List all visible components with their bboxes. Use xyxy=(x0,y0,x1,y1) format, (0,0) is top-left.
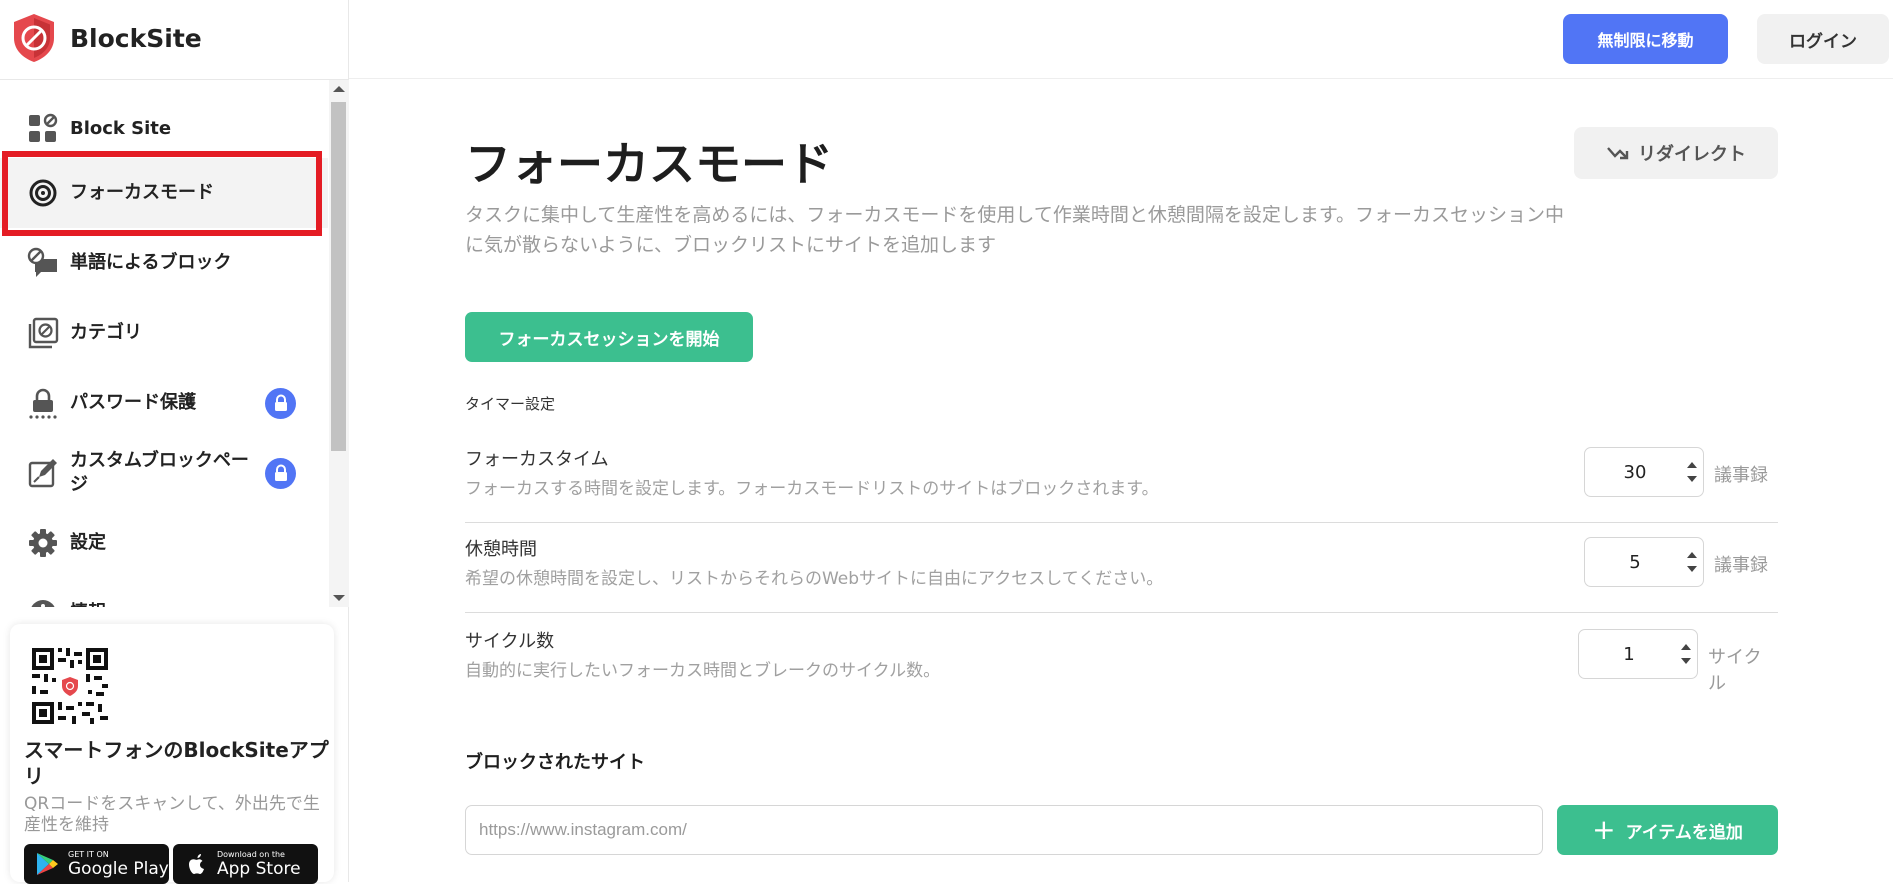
unit-label: 議事録 xyxy=(1714,465,1768,486)
qr-code-icon xyxy=(30,646,110,726)
setting-title: 休憩時間 xyxy=(465,539,537,560)
sidebar-item-label: カテゴリ xyxy=(70,322,142,343)
app-logo[interactable]: BlockSite xyxy=(10,14,202,62)
blocked-sites-heading: ブロックされたサイト xyxy=(465,752,645,773)
google-play-text: Google Play xyxy=(68,858,169,879)
info-icon xyxy=(27,597,59,607)
cycle-count-setting: サイクル数 自動的に実行したいフォーカス時間とブレークのサイクル数。 1 サイク… xyxy=(465,615,1778,705)
unit-label: サイクル xyxy=(1708,647,1762,694)
url-input[interactable] xyxy=(465,805,1543,855)
password-icon xyxy=(27,387,59,419)
break-time-stepper[interactable]: 5 xyxy=(1584,537,1704,587)
app-store-small-text: Download on the xyxy=(217,849,285,859)
page-description: タスクに集中して生産性を高めるには、フォーカスモードを使用して作業時間と休憩間隔… xyxy=(465,204,1564,256)
category-icon xyxy=(27,317,59,349)
timer-settings-heading: タイマー設定 xyxy=(465,395,556,413)
scroll-down-arrow-icon[interactable] xyxy=(333,595,345,601)
sidebar-item-password[interactable]: パスワード保護 xyxy=(0,368,328,438)
upgrade-button[interactable]: 無制限に移動 xyxy=(1563,14,1728,64)
gear-icon xyxy=(27,527,59,559)
plus-icon: + xyxy=(1592,813,1616,846)
increment-arrow-icon[interactable] xyxy=(1687,552,1697,558)
redirect-arrow-icon xyxy=(1607,147,1629,160)
decrement-arrow-icon[interactable] xyxy=(1681,658,1691,664)
decrement-arrow-icon[interactable] xyxy=(1687,476,1697,482)
sidebar-item-label: フォーカスモード xyxy=(70,182,214,203)
google-play-small-text: GET IT ON xyxy=(68,849,109,859)
google-play-badge[interactable]: GET IT ON Google Play xyxy=(24,844,169,884)
mobile-app-card: スマートフォンのBlockSiteアプリ QRコードをスキャンして、外出先で生産… xyxy=(10,624,334,884)
sidebar-nav: Block Site フォーカスモード 単語によるブロック カテゴリ パスワード xyxy=(0,80,328,607)
app-store-text: App Store xyxy=(217,858,301,879)
cycle-count-stepper[interactable]: 1 xyxy=(1578,629,1698,679)
app-card-subtitle: QRコードをスキャンして、外出先で生産性を維持 xyxy=(24,794,320,835)
sidebar-item-word-block[interactable]: 単語によるブロック xyxy=(0,228,328,298)
apple-icon xyxy=(189,854,204,874)
custom-page-icon xyxy=(27,457,59,489)
start-focus-session-button[interactable]: フォーカスセッションを開始 xyxy=(465,312,753,362)
sidebar-item-info[interactable]: 情報 xyxy=(0,578,328,607)
scrollbar-thumb[interactable] xyxy=(331,102,346,451)
sidebar-item-block-site[interactable]: Block Site xyxy=(0,94,328,164)
redirect-label: リダイレクト xyxy=(1638,144,1746,165)
stepper-value[interactable]: 1 xyxy=(1579,630,1679,678)
sidebar-item-label: 情報 xyxy=(70,601,250,607)
stepper-value[interactable]: 30 xyxy=(1585,448,1685,496)
break-time-setting: 休憩時間 希望の休憩時間を設定し、リストからそれらのWebサイトに自由にアクセス… xyxy=(465,523,1778,613)
divider xyxy=(465,612,1778,613)
increment-arrow-icon[interactable] xyxy=(1687,462,1697,468)
focus-time-stepper[interactable]: 30 xyxy=(1584,447,1704,497)
app-card-title: スマートフォンのBlockSiteアプリ xyxy=(24,738,329,788)
sidebar-scrollbar[interactable] xyxy=(329,80,349,607)
add-item-label: アイテムを追加 xyxy=(1625,822,1743,843)
lock-icon xyxy=(265,387,296,419)
header-divider xyxy=(349,78,1893,79)
focus-time-setting: フォーカスタイム フォーカスする時間を設定します。フォーカスモードリストのサイト… xyxy=(465,433,1778,523)
sidebar-item-label: 単語によるブロック xyxy=(70,252,232,273)
sidebar-item-label: パスワード保護 xyxy=(70,392,196,413)
sidebar-item-settings[interactable]: 設定 xyxy=(0,508,328,578)
setting-description: 自動的に実行したいフォーカス時間とブレークのサイクル数。 xyxy=(465,661,941,681)
shield-logo-icon xyxy=(14,14,54,62)
setting-description: フォーカスする時間を設定します。フォーカスモードリストのサイトはブロックされます… xyxy=(465,479,1159,499)
sidebar-item-label: 設定 xyxy=(70,532,106,553)
word-block-icon xyxy=(27,247,59,279)
decrement-arrow-icon[interactable] xyxy=(1687,566,1697,572)
scroll-up-arrow-icon[interactable] xyxy=(333,86,345,92)
block-site-icon xyxy=(27,113,59,145)
setting-title: サイクル数 xyxy=(465,631,555,652)
setting-title: フォーカスタイム xyxy=(465,449,609,470)
focus-target-icon xyxy=(27,177,59,209)
app-store-badge[interactable]: Download on the App Store xyxy=(173,844,318,884)
redirect-button[interactable]: リダイレクト xyxy=(1574,127,1778,179)
google-play-icon xyxy=(37,853,58,875)
sidebar-item-label: カスタムブロックページ xyxy=(70,450,249,495)
lock-icon xyxy=(265,457,296,489)
unit-label: 議事録 xyxy=(1714,555,1768,576)
sidebar-item-focus-mode[interactable]: フォーカスモード xyxy=(0,158,328,228)
add-item-button[interactable]: + アイテムを追加 xyxy=(1557,805,1778,855)
sidebar-item-category[interactable]: カテゴリ xyxy=(0,298,328,368)
increment-arrow-icon[interactable] xyxy=(1681,644,1691,650)
sidebar: BlockSite Block Site フォーカスモード 単語によるブロック xyxy=(0,0,349,884)
setting-description: 希望の休憩時間を設定し、リストからそれらのWebサイトに自由にアクセスしてくださ… xyxy=(465,569,1164,589)
sidebar-item-custom-block-page[interactable]: カスタムブロックページ xyxy=(0,438,328,508)
sidebar-item-label: Block Site xyxy=(70,118,172,139)
login-button[interactable]: ログイン xyxy=(1757,14,1889,64)
app-name: BlockSite xyxy=(70,23,202,53)
page-title: フォーカスモード xyxy=(465,137,833,191)
stepper-value[interactable]: 5 xyxy=(1585,538,1685,586)
